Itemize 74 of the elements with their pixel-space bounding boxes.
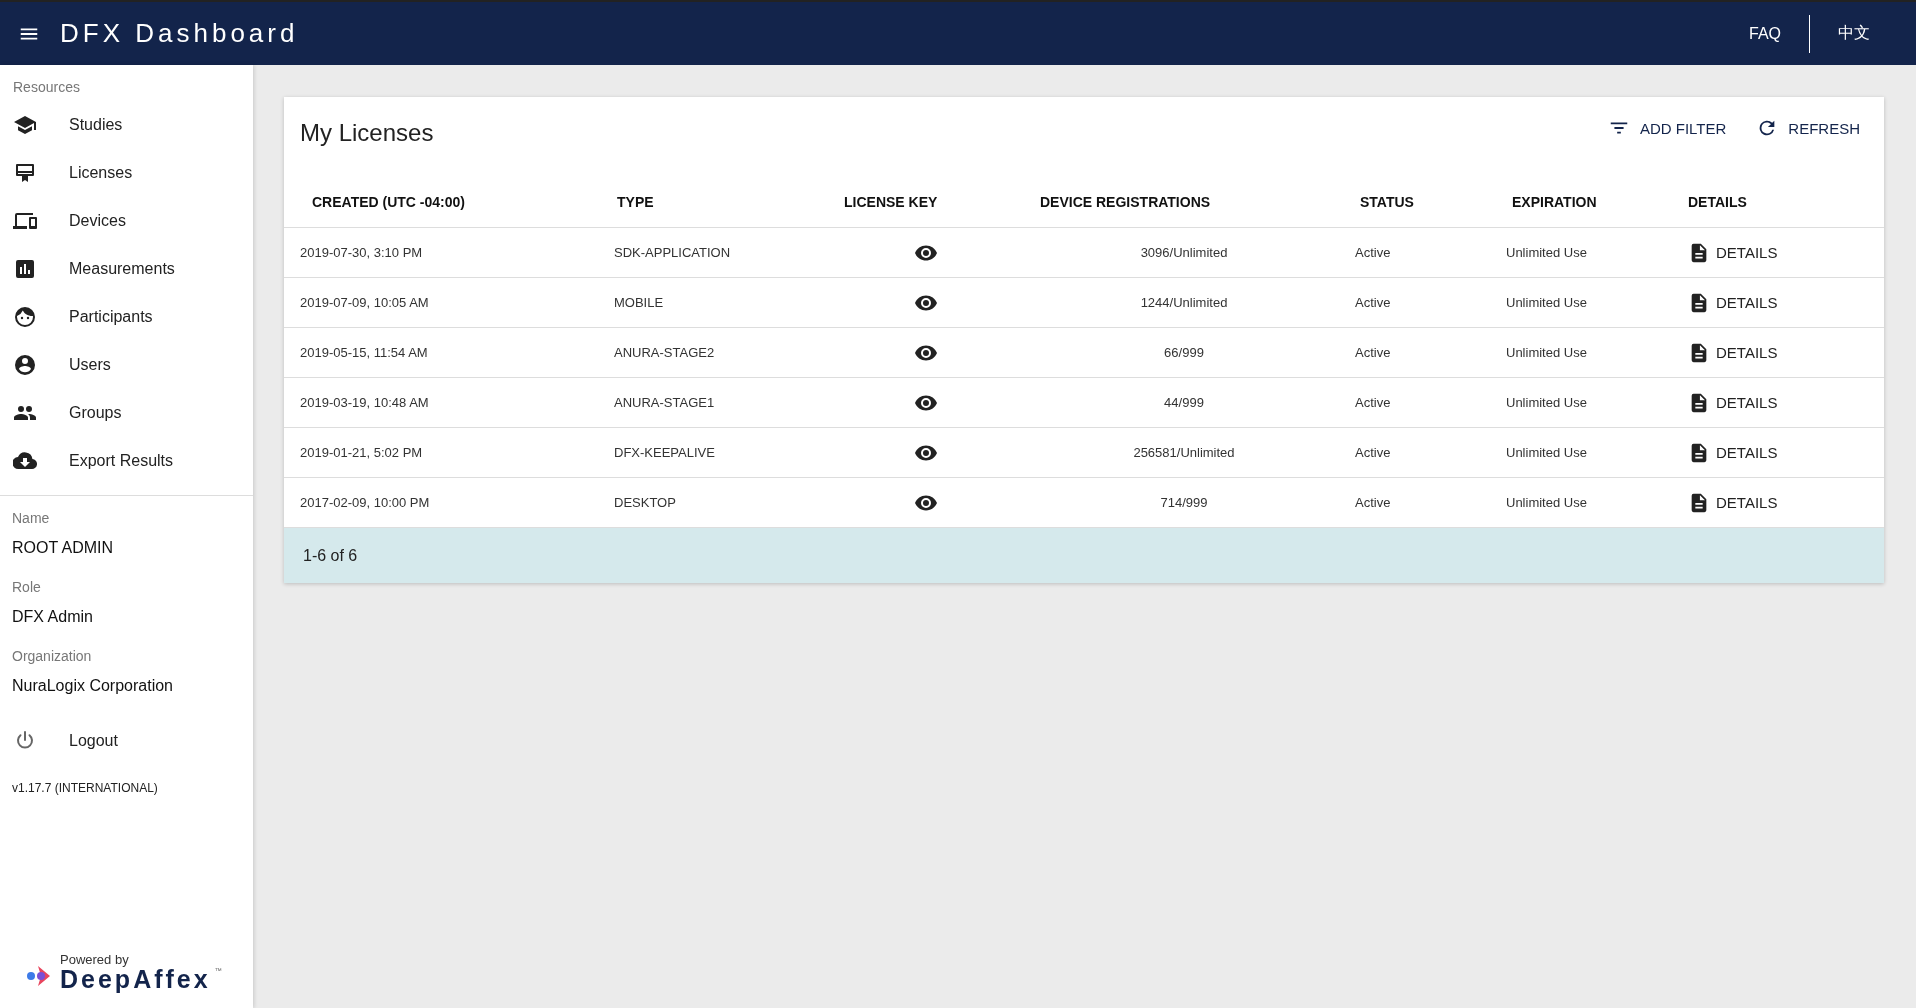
column-header: CREATED (UTC -04:00) xyxy=(311,194,466,210)
profile-label: Name xyxy=(12,510,51,526)
table-cell: Active xyxy=(1355,445,1391,460)
nav-item[interactable]: Measurements xyxy=(0,245,253,293)
table-cell: Active xyxy=(1355,245,1391,260)
table-cell: Active xyxy=(1355,345,1391,360)
table-cell: 1244/Unlimited xyxy=(1140,295,1228,310)
nav-item[interactable]: Studies xyxy=(0,101,253,149)
table-cell: 256581/Unlimited xyxy=(1133,445,1235,460)
profile-value: NuraLogix Corporation xyxy=(12,677,174,695)
table-cell: DESKTOP xyxy=(614,495,676,510)
table-cell: Active xyxy=(1355,395,1391,410)
table-cell: 2017-02-09, 10:00 PM xyxy=(300,495,430,510)
nav-item[interactable]: Devices xyxy=(0,197,253,245)
table-cell: 2019-07-09, 10:05 AM xyxy=(300,295,429,310)
table-cell: Unlimited Use xyxy=(1506,245,1587,260)
profile-label: Organization xyxy=(12,648,93,664)
table-cell: SDK-APPLICATION xyxy=(614,245,731,260)
face-icon xyxy=(13,305,37,329)
table-cell: DFX-KEEPALIVE xyxy=(614,445,715,460)
table-cell: MOBILE xyxy=(614,295,664,310)
column-header: STATUS xyxy=(1359,194,1415,210)
profile-label: Role xyxy=(12,579,42,595)
table-cell: Unlimited Use xyxy=(1506,495,1587,510)
toolbar-button[interactable]: ADD FILTER xyxy=(1607,117,1727,139)
column-header: DETAILS xyxy=(1687,194,1748,210)
nav-item[interactable]: Export Results xyxy=(0,437,253,485)
column-header: TYPE xyxy=(616,194,655,210)
section-label: Resources xyxy=(12,78,81,97)
table-cell: 714/999 xyxy=(1160,495,1208,510)
table-cell: 2019-05-15, 11:54 AM xyxy=(300,345,428,360)
profile-value: ROOT ADMIN xyxy=(12,539,115,557)
profile-value: DFX Admin xyxy=(12,608,94,626)
graduation-cap-icon xyxy=(13,113,37,137)
table-cell: Unlimited Use xyxy=(1506,345,1587,360)
table-cell: Unlimited Use xyxy=(1506,445,1587,460)
user-icon xyxy=(13,353,37,377)
bar-chart-icon xyxy=(13,257,37,281)
pagination-text: 1-6 of 6 xyxy=(303,546,358,565)
table-cell: Unlimited Use xyxy=(1506,395,1587,410)
brand-name: DeepAffex xyxy=(60,967,211,992)
nav-item[interactable]: Groups xyxy=(0,389,253,437)
details-button[interactable]: DETAILS xyxy=(1688,491,1778,514)
table-cell: ANURA-STAGE2 xyxy=(614,345,715,360)
details-button[interactable]: DETAILS xyxy=(1688,391,1778,414)
nav-item[interactable]: Users xyxy=(0,341,253,389)
column-header: DEVICE REGISTRATIONS xyxy=(1039,194,1212,210)
table-cell: Active xyxy=(1355,495,1391,510)
certificate-icon xyxy=(13,161,37,185)
nav-item[interactable]: Licenses xyxy=(0,149,253,197)
column-header: EXPIRATION xyxy=(1511,194,1598,210)
table-cell: 66/999 xyxy=(1164,345,1204,360)
powered-by-text: Powered by xyxy=(60,952,130,967)
toolbar-button[interactable]: REFRESH xyxy=(1756,117,1860,139)
details-button[interactable]: DETAILS xyxy=(1688,341,1778,364)
card-title: My Licenses xyxy=(300,119,434,147)
table-cell: 44/999 xyxy=(1164,395,1204,410)
table-cell: 2019-01-21, 5:02 PM xyxy=(300,445,423,460)
logout-button[interactable]: Logout xyxy=(0,717,253,765)
details-button[interactable]: DETAILS xyxy=(1688,441,1778,464)
table-cell: Active xyxy=(1355,295,1391,310)
app-title: DFX Dashboard xyxy=(60,18,299,49)
header-link[interactable]: 中文 xyxy=(1810,23,1898,44)
table-cell: Unlimited Use xyxy=(1506,295,1587,310)
details-button[interactable]: DETAILS xyxy=(1688,291,1778,314)
header-link[interactable]: FAQ xyxy=(1721,24,1809,43)
table-cell: 3096/Unlimited xyxy=(1140,245,1228,260)
nav-item[interactable]: Participants xyxy=(0,293,253,341)
details-button[interactable]: DETAILS xyxy=(1688,241,1778,264)
table-cell: 2019-03-19, 10:48 AM xyxy=(300,395,429,410)
column-header: LICENSE KEY xyxy=(843,194,939,210)
table-cell: 2019-07-30, 3:10 PM xyxy=(300,245,423,260)
version-text: v1.17.7 (INTERNATIONAL) xyxy=(11,780,159,795)
table-cell: ANURA-STAGE1 xyxy=(614,395,715,410)
